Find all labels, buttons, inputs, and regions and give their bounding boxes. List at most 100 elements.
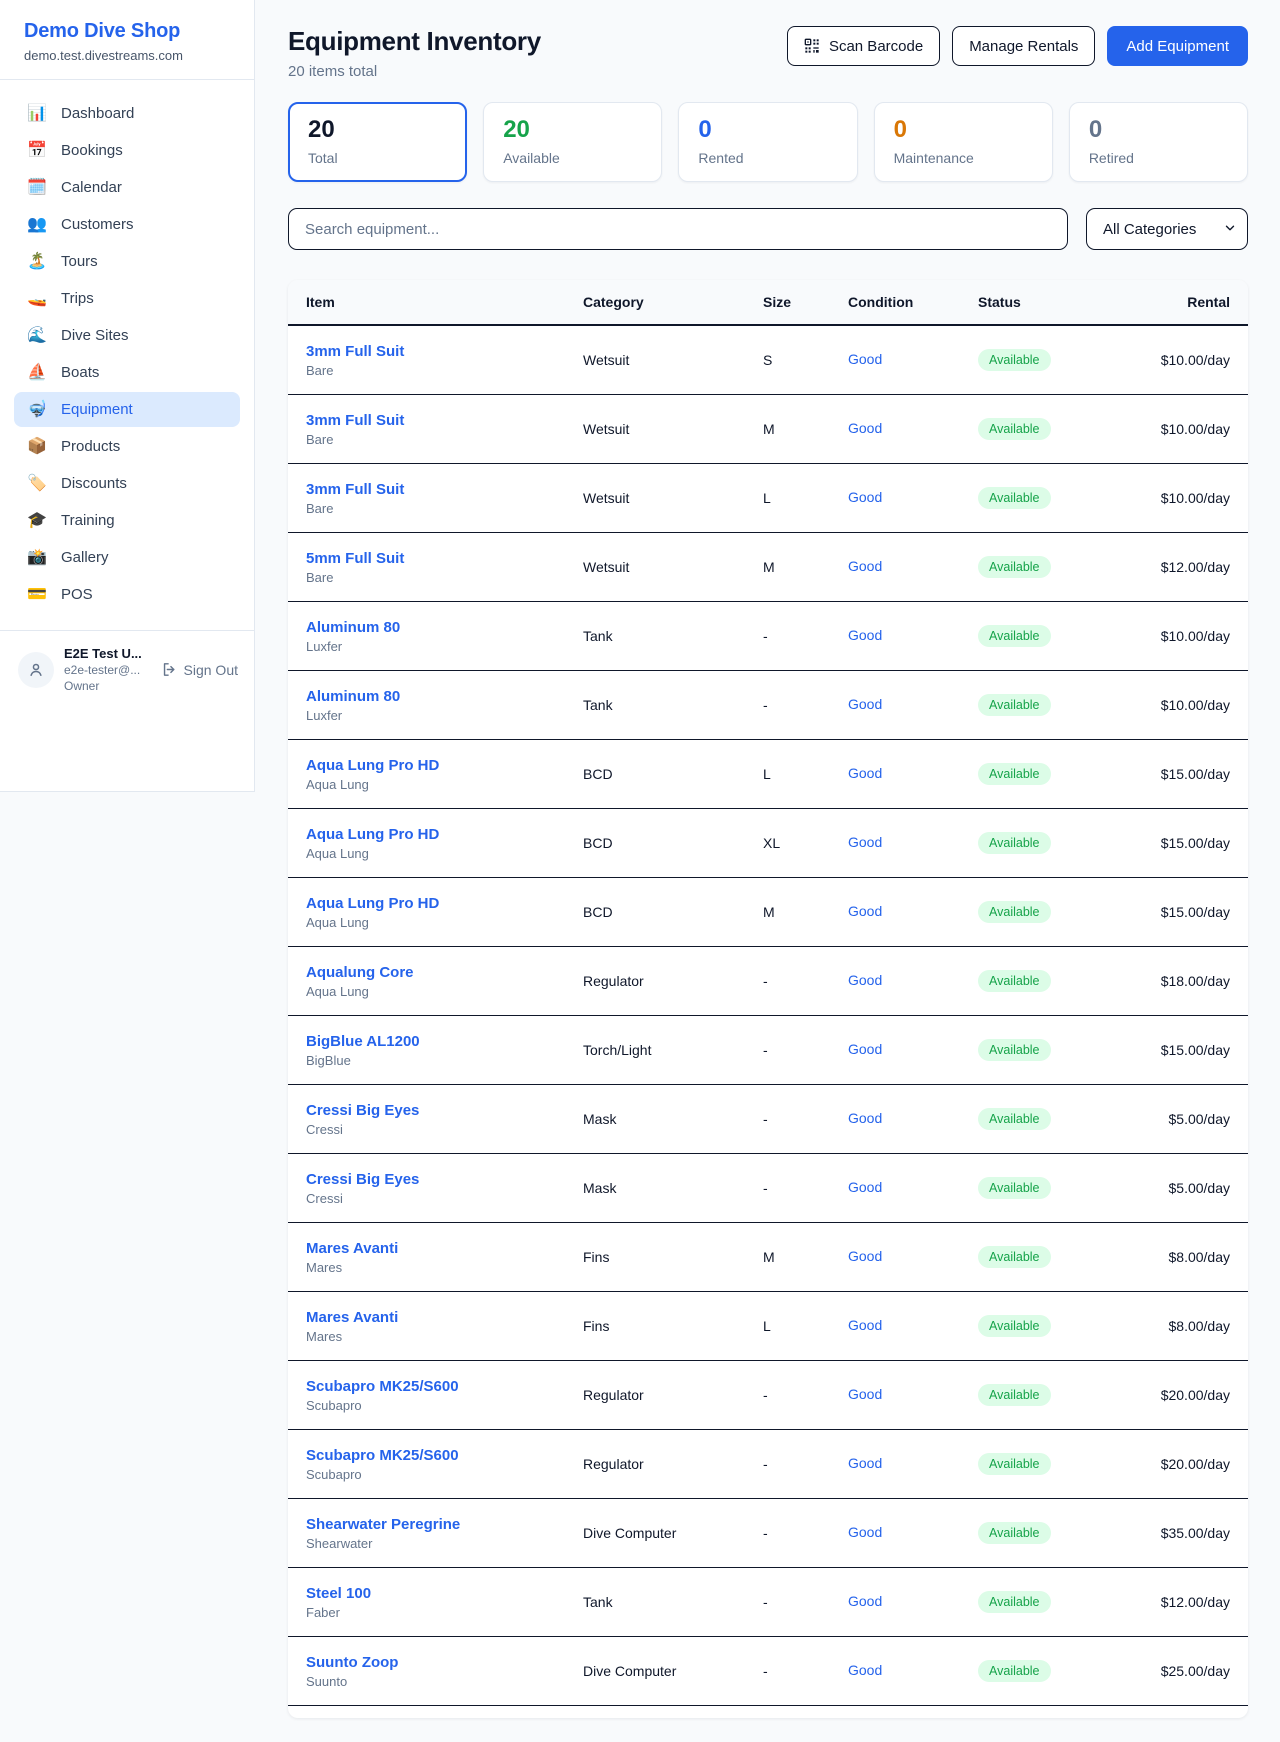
stat-card-retired[interactable]: 0 Retired [1069,102,1248,182]
category-cell: Fins [583,1318,763,1334]
calendar-icon: 🗓️ [27,180,47,196]
column-header-category: Category [583,294,763,310]
condition-link[interactable]: Good [848,1317,882,1333]
sidebar-item-equipment[interactable]: 🤿 Equipment [14,392,240,427]
category-cell: Mask [583,1180,763,1196]
item-link[interactable]: Scubapro MK25/S600 [306,1447,583,1464]
rental-cell: $5.00/day [1150,1180,1230,1196]
sidebar-item-trips[interactable]: 🚤 Trips [14,281,240,316]
sidebar-item-calendar[interactable]: 🗓️ Calendar [14,170,240,205]
size-cell: - [763,1387,848,1403]
item-link[interactable]: Cressi Big Eyes [306,1102,583,1119]
table-row: Aqua Lung Pro HD Aqua Lung BCD M Good Av… [288,878,1248,947]
sidebar-item-training[interactable]: 🎓 Training [14,503,240,538]
item-brand: Shearwater [306,1536,583,1551]
item-link[interactable]: Cressi Big Eyes [306,1171,583,1188]
size-cell: - [763,697,848,713]
item-link[interactable]: 3mm Full Suit [306,343,583,360]
item-link[interactable]: Shearwater Peregrine [306,1516,583,1533]
user-email: e2e-tester@... [64,663,142,677]
condition-cell: Good [848,1248,978,1266]
item-link[interactable]: Aqua Lung Pro HD [306,826,583,843]
item-link[interactable]: Aluminum 80 [306,619,583,636]
sidebar-item-products[interactable]: 📦 Products [14,429,240,464]
item-link[interactable]: Aqualung Core [306,964,583,981]
item-link[interactable]: Aqua Lung Pro HD [306,895,583,912]
sidebar-item-boats[interactable]: ⛵ Boats [14,355,240,390]
page-subtitle: 20 items total [288,63,541,80]
stat-card-total[interactable]: 20 Total [288,102,467,182]
condition-link[interactable]: Good [848,1662,882,1678]
sidebar-item-dive-sites[interactable]: 🌊 Dive Sites [14,318,240,353]
item-link[interactable]: Scubapro MK25/S600 [306,1378,583,1395]
avatar [18,652,54,688]
scan-barcode-button[interactable]: Scan Barcode [787,26,940,66]
status-badge: Available [978,349,1051,371]
condition-link[interactable]: Good [848,489,882,505]
item-link[interactable]: 3mm Full Suit [306,481,583,498]
category-cell: Tank [583,628,763,644]
table-row: Aqua Lung Pro HD Aqua Lung BCD L Good Av… [288,740,1248,809]
condition-link[interactable]: Good [848,1248,882,1264]
condition-link[interactable]: Good [848,1524,882,1540]
rental-cell: $8.00/day [1150,1249,1230,1265]
category-cell: Dive Computer [583,1525,763,1541]
item-link[interactable]: Suunto Zoop [306,1654,583,1671]
item-cell: BigBlue AL1200 BigBlue [306,1033,583,1068]
item-link[interactable]: Aluminum 80 [306,688,583,705]
manage-rentals-button[interactable]: Manage Rentals [952,26,1095,66]
condition-link[interactable]: Good [848,627,882,643]
condition-link[interactable]: Good [848,351,882,367]
condition-link[interactable]: Good [848,972,882,988]
sidebar-item-discounts[interactable]: 🏷️ Discounts [14,466,240,501]
condition-link[interactable]: Good [848,1593,882,1609]
sidebar-item-bookings[interactable]: 📅 Bookings [14,133,240,168]
stat-card-rented[interactable]: 0 Rented [678,102,857,182]
sign-out-button[interactable]: Sign Out [161,661,238,678]
status-cell: Available [978,970,1150,992]
item-link[interactable]: Mares Avanti [306,1309,583,1326]
stat-card-available[interactable]: 20 Available [483,102,662,182]
search-input[interactable] [288,208,1068,250]
condition-link[interactable]: Good [848,834,882,850]
table-row: Mares Avanti Mares Fins M Good Available… [288,1223,1248,1292]
condition-link[interactable]: Good [848,765,882,781]
person-icon [27,661,45,679]
sidebar-item-customers[interactable]: 👥 Customers [14,207,240,242]
item-link[interactable]: Mares Avanti [306,1240,583,1257]
item-link[interactable]: 5mm Full Suit [306,550,583,567]
condition-cell: Good [848,1524,978,1542]
sidebar-item-pos[interactable]: 💳 POS [14,577,240,612]
condition-link[interactable]: Good [848,420,882,436]
sidebar-item-label: Training [61,512,115,529]
item-cell: Suunto Zoop Suunto [306,1654,583,1689]
sidebar-item-gallery[interactable]: 📸 Gallery [14,540,240,575]
stat-value: 20 [308,117,447,143]
condition-link[interactable]: Good [848,1455,882,1471]
item-cell: Cressi Big Eyes Cressi [306,1102,583,1137]
category-cell: Tank [583,1594,763,1610]
condition-link[interactable]: Good [848,1041,882,1057]
item-link[interactable]: BigBlue AL1200 [306,1033,583,1050]
column-header-status: Status [978,294,1150,310]
item-link[interactable]: Steel 100 [306,1585,583,1602]
condition-link[interactable]: Good [848,903,882,919]
brand-title[interactable]: Demo Dive Shop [24,20,230,43]
item-cell: Aluminum 80 Luxfer [306,688,583,723]
add-equipment-button[interactable]: Add Equipment [1107,26,1248,66]
stat-card-maintenance[interactable]: 0 Maintenance [874,102,1053,182]
stat-label: Rented [698,150,837,166]
condition-link[interactable]: Good [848,1386,882,1402]
condition-link[interactable]: Good [848,1179,882,1195]
sidebar-item-tours[interactable]: 🏝️ Tours [14,244,240,279]
condition-link[interactable]: Good [848,1110,882,1126]
condition-link[interactable]: Good [848,696,882,712]
category-select[interactable]: All Categories [1086,208,1248,250]
item-link[interactable]: 3mm Full Suit [306,412,583,429]
condition-link[interactable]: Good [848,558,882,574]
item-link[interactable]: Aqua Lung Pro HD [306,757,583,774]
sidebar-item-dashboard[interactable]: 📊 Dashboard [14,96,240,131]
condition-cell: Good [848,1455,978,1473]
condition-cell: Good [848,1041,978,1059]
stat-label: Maintenance [894,150,1033,166]
